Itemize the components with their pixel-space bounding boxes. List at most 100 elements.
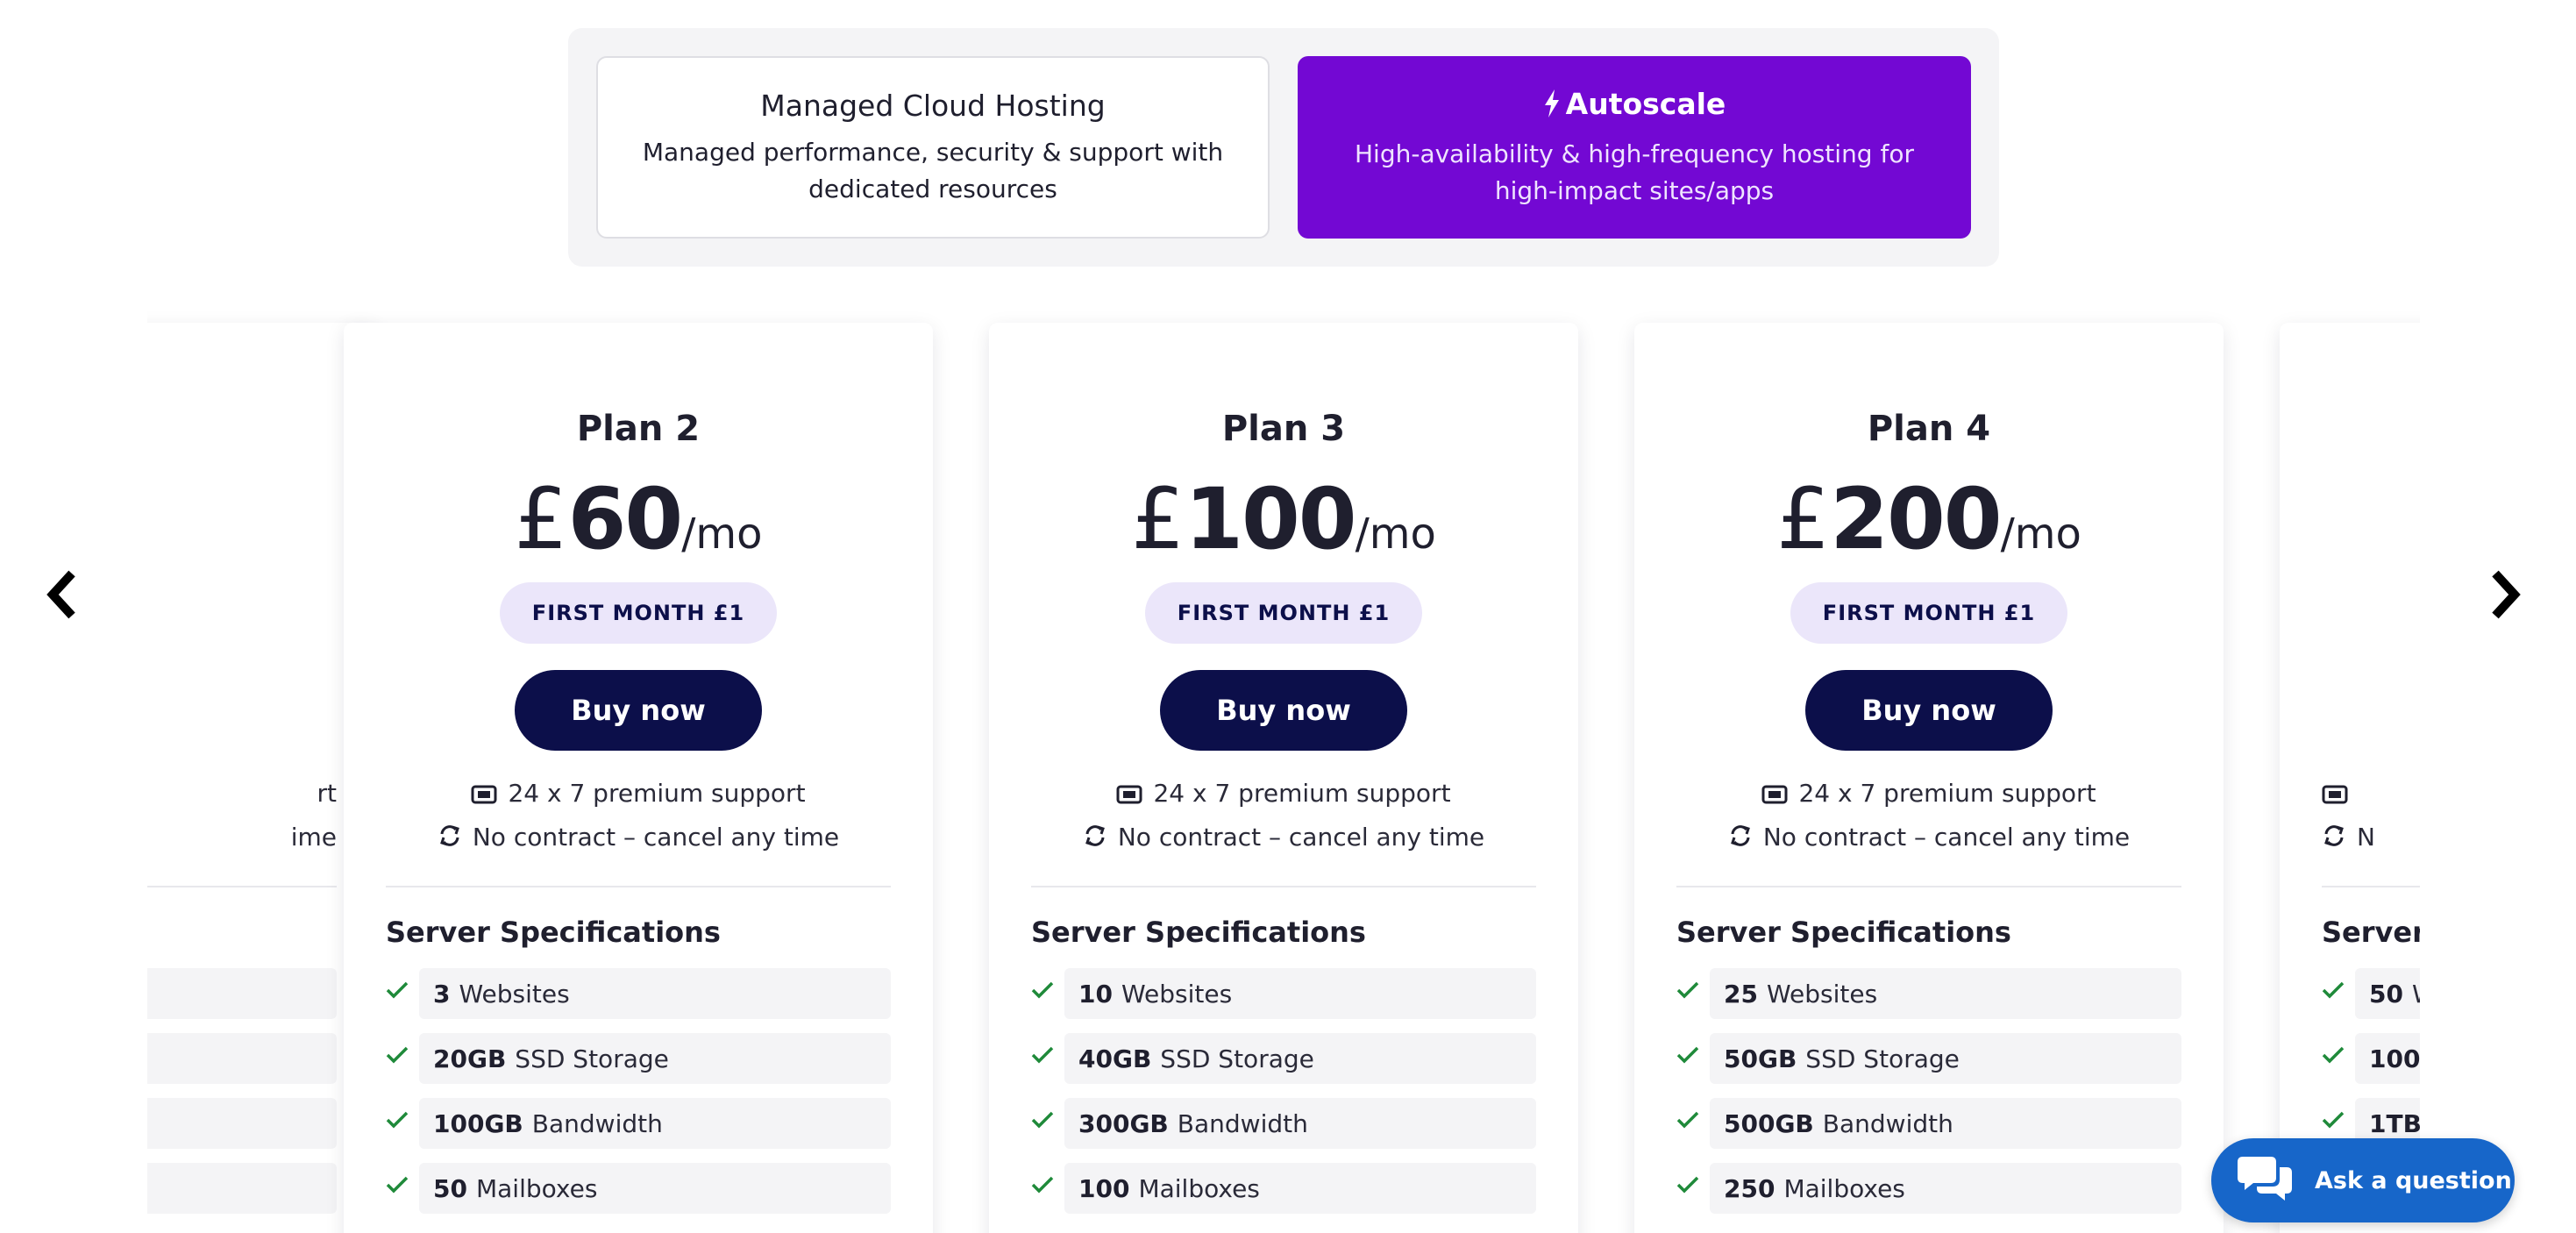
perk-no-contract: No contract – cancel any time bbox=[1676, 823, 2181, 854]
ask-a-question-button[interactable]: Ask a question bbox=[2211, 1138, 2515, 1222]
perk-label: No contract – cancel any time bbox=[472, 823, 840, 852]
spec-pill bbox=[147, 1163, 337, 1214]
price-currency: £ bbox=[1776, 470, 1831, 568]
spec-pill: 500GB Bandwidth bbox=[1710, 1098, 2181, 1149]
price-amount: 100 bbox=[1185, 470, 1356, 568]
spec-pill: 50GB SSD Storage bbox=[1710, 1033, 2181, 1084]
ticket-icon bbox=[1116, 781, 1142, 810]
spec-value: 50GB bbox=[1724, 1044, 1797, 1073]
perk-label: 24 x 7 premium support bbox=[508, 779, 806, 808]
spec-label: SSD Storage bbox=[1805, 1044, 1960, 1073]
perk-support: 24 x 7 premium support bbox=[1031, 779, 1536, 810]
perk-label: 24 x 7 premium support bbox=[1153, 779, 1451, 808]
carousel-next-button[interactable] bbox=[2487, 568, 2525, 621]
perk-support: 24 x 7 premium support bbox=[386, 779, 891, 810]
pricing-carousel: rt ime Plan 2 £60/mo FIRST MONTH £1 Buy … bbox=[147, 298, 2420, 1233]
check-icon bbox=[386, 1110, 409, 1133]
refresh-icon bbox=[1728, 823, 1753, 854]
spec-label: Mailboxes bbox=[475, 1173, 598, 1203]
divider bbox=[2322, 886, 2420, 887]
promo-badge: FIRST MONTH £1 bbox=[1790, 582, 2067, 644]
spec-label: W bbox=[2412, 980, 2420, 1008]
specs-title: Server Specifications bbox=[1031, 916, 1366, 949]
spec-row bbox=[147, 968, 337, 1019]
check-icon bbox=[1031, 1110, 1054, 1133]
price-amount: 200 bbox=[1830, 470, 2002, 568]
spec-pill: 250 Mailboxes bbox=[1710, 1163, 2181, 1214]
spec-pill bbox=[147, 1033, 337, 1084]
check-icon bbox=[1676, 980, 1699, 1003]
refresh-icon bbox=[2322, 823, 2346, 854]
ticket-icon bbox=[471, 781, 497, 810]
spec-value: 500GB bbox=[1724, 1108, 1814, 1138]
spec-value: 20GB bbox=[433, 1044, 507, 1073]
perk-no-contract: No contract – cancel any time bbox=[1031, 823, 1536, 854]
check-icon bbox=[1676, 1045, 1699, 1068]
spec-pill bbox=[147, 968, 337, 1019]
check-icon bbox=[1676, 1175, 1699, 1198]
price-period: /mo bbox=[681, 510, 763, 559]
spec-row: 50 Mailboxes bbox=[386, 1163, 891, 1214]
price-currency: £ bbox=[514, 470, 568, 568]
tab-autoscale[interactable]: Autoscale High-availability & high-frequ… bbox=[1298, 56, 1971, 239]
plan-name: Plan 3 bbox=[1221, 409, 1346, 449]
divider bbox=[1031, 886, 1536, 887]
spec-row: 3 Websites bbox=[386, 968, 891, 1019]
spec-pill: 40GB SSD Storage bbox=[1064, 1033, 1536, 1084]
spec-pill: 50 Mailboxes bbox=[419, 1163, 891, 1214]
check-icon bbox=[386, 1175, 409, 1198]
spec-pill: 100 Mailboxes bbox=[1064, 1163, 1536, 1214]
tab-title-row: Autoscale bbox=[1543, 85, 1726, 127]
divider bbox=[1676, 886, 2181, 887]
tab-description: High-availability & high-frequency hosti… bbox=[1355, 139, 1914, 205]
spec-row: 50GB SSD Storage bbox=[1676, 1033, 2181, 1084]
spec-row: 50 W bbox=[2322, 968, 2420, 1019]
perk-label: No contract – cancel any time bbox=[1117, 823, 1485, 852]
spec-label: Bandwidth bbox=[1822, 1108, 1953, 1138]
spec-value: 250 bbox=[1724, 1173, 1775, 1203]
spec-value: 50 bbox=[433, 1173, 467, 1203]
spec-value: 25 bbox=[1724, 979, 1758, 1008]
plan-card-plan-2: Plan 2 £60/mo FIRST MONTH £1 Buy now 24 … bbox=[344, 323, 933, 1233]
chat-label: Ask a question bbox=[2315, 1166, 2512, 1194]
spec-value: 100 bbox=[1078, 1173, 1130, 1203]
spec-pill: 50 W bbox=[2355, 968, 2420, 1019]
spec-label: Websites bbox=[1766, 979, 1878, 1008]
spec-value: 1TB bbox=[2369, 1108, 2420, 1138]
chat-bubbles-icon bbox=[2238, 1153, 2292, 1208]
buy-now-button[interactable]: Buy now bbox=[515, 670, 762, 751]
buy-now-button[interactable]: Buy now bbox=[1805, 670, 2053, 751]
check-icon bbox=[1031, 980, 1054, 1003]
perk-no-contract: N bbox=[2322, 823, 2420, 854]
spec-pill: 300GB Bandwidth bbox=[1064, 1098, 1536, 1149]
spec-pill: 100GB Bandwidth bbox=[419, 1098, 891, 1149]
spec-value: 3 bbox=[433, 979, 451, 1008]
price-period: /mo bbox=[1355, 510, 1436, 559]
spec-label: Websites bbox=[459, 979, 570, 1008]
plan-card-plan-4: Plan 4 £200/mo FIRST MONTH £1 Buy now 24… bbox=[1634, 323, 2224, 1233]
chevron-left-icon bbox=[46, 570, 75, 619]
spec-label: SSD Storage bbox=[515, 1044, 669, 1073]
check-icon bbox=[2322, 980, 2345, 1003]
plan-card-partial-right: N Server 50 W 1000 1TB bbox=[2280, 323, 2420, 1233]
buy-now-button[interactable]: Buy now bbox=[1160, 670, 1407, 751]
perk-support: rt bbox=[317, 779, 338, 808]
price-amount: 60 bbox=[567, 470, 684, 568]
lightning-bolt-icon bbox=[1543, 89, 1561, 127]
spec-value: 100GB bbox=[433, 1108, 523, 1138]
spec-pill: 3 Websites bbox=[419, 968, 891, 1019]
spec-row: 100 Mailboxes bbox=[1031, 1163, 1536, 1214]
refresh-icon bbox=[1083, 823, 1107, 854]
ticket-icon bbox=[1761, 781, 1788, 810]
tab-managed-cloud-hosting[interactable]: Managed Cloud Hosting Managed performanc… bbox=[596, 56, 1270, 239]
chevron-right-icon bbox=[2492, 570, 2521, 619]
spec-row: 1000 bbox=[2322, 1033, 2420, 1084]
divider bbox=[147, 886, 337, 887]
carousel-prev-button[interactable] bbox=[42, 568, 81, 621]
spec-row bbox=[147, 1163, 337, 1214]
spec-row: 250 Mailboxes bbox=[1676, 1163, 2181, 1214]
tab-title: Autoscale bbox=[1565, 87, 1726, 121]
check-icon bbox=[2322, 1045, 2345, 1068]
spec-label: Bandwidth bbox=[1177, 1108, 1308, 1138]
promo-badge: FIRST MONTH £1 bbox=[1145, 582, 1422, 644]
